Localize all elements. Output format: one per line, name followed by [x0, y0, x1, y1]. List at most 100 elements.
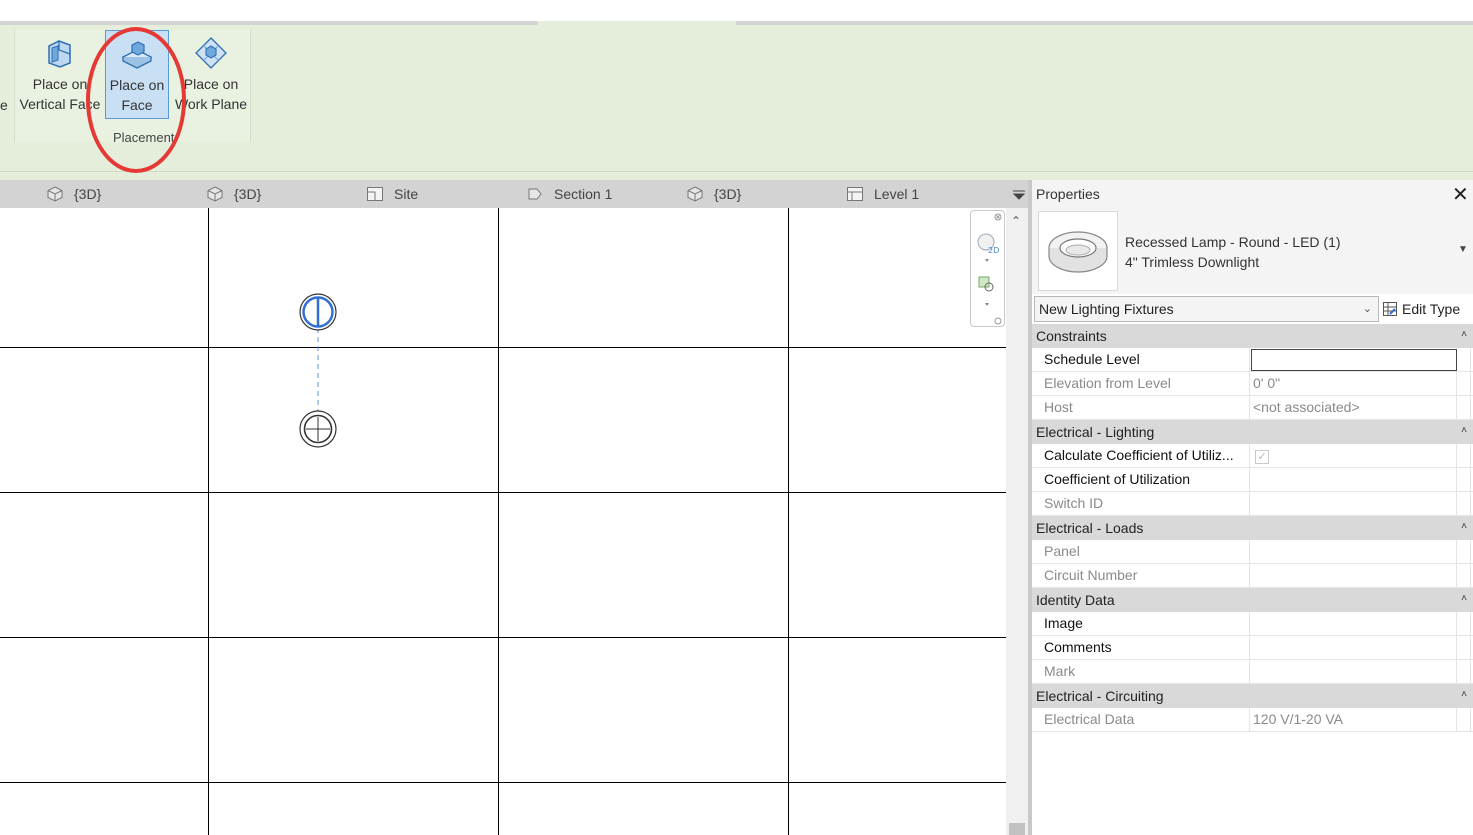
work-plane-icon [195, 37, 227, 69]
property-button-cell [1457, 660, 1471, 684]
collapse-icon[interactable]: ˄ [1461, 683, 1467, 707]
property-value [1251, 492, 1457, 516]
drawing-canvas[interactable]: 2D [0, 208, 1006, 835]
plan-view-icon [367, 186, 383, 201]
tab-section-1[interactable]: Section 1 [526, 180, 612, 208]
tab-3d-2[interactable]: {3D} [206, 180, 261, 208]
properties-palette: Properties ✕ Recessed Lamp - Round - LED… [1032, 180, 1473, 835]
type-selector[interactable]: Recessed Lamp - Round - LED (1) 4" Triml… [1032, 208, 1473, 294]
chevron-down-icon: ⌄ [1362, 303, 1372, 315]
scroll-thumb[interactable] [1009, 823, 1025, 835]
instance-filter-dropdown[interactable]: New Lighting Fixtures ⌄ [1034, 296, 1379, 322]
3d-view-icon [47, 186, 63, 202]
property-value[interactable] [1251, 349, 1457, 371]
collapse-icon[interactable]: ˄ [1461, 419, 1467, 443]
chevron-down-icon[interactable]: ▼ [1458, 244, 1468, 255]
recessed-lamp-image [1048, 231, 1108, 273]
type-name: 4" Trimless Downlight [1125, 254, 1260, 270]
property-row: Host <not associated> [1032, 396, 1473, 420]
fixture-placement-preview [299, 293, 337, 448]
button-label-line2: Face [121, 97, 153, 113]
property-value[interactable]: ✓ [1251, 444, 1457, 468]
property-name: Mark [1032, 660, 1250, 684]
property-name: Panel [1032, 540, 1250, 564]
property-button-cell [1457, 636, 1471, 660]
property-group-title: Electrical - Loads [1036, 520, 1144, 536]
property-button-cell [1457, 564, 1471, 588]
title-strip [0, 0, 1473, 22]
property-group-title: Constraints [1036, 328, 1107, 344]
checkbox[interactable]: ✓ [1255, 450, 1269, 464]
property-value[interactable] [1251, 636, 1457, 660]
property-name: Image [1032, 612, 1250, 636]
ribbon: e Place on Vertical Face Place on Face P… [0, 25, 1473, 180]
tab-level-1[interactable]: Level 1 [846, 180, 919, 208]
property-name: Host [1032, 396, 1250, 420]
property-value[interactable] [1251, 468, 1457, 492]
property-value [1251, 660, 1457, 684]
property-group-header[interactable]: Electrical - Circuiting ˄ [1032, 684, 1473, 708]
tab-label: Level 1 [874, 186, 920, 202]
tab-site[interactable]: Site [366, 180, 418, 208]
property-value [1251, 540, 1457, 564]
collapse-icon[interactable]: ˄ [1461, 587, 1467, 611]
property-group-header[interactable]: Constraints ˄ [1032, 324, 1473, 348]
property-value: 120 V/1-20 VA [1251, 708, 1457, 732]
property-row: Switch ID [1032, 492, 1473, 516]
property-row: Calculate Coefficient of Utiliz... ✓ [1032, 444, 1473, 468]
section-view-icon [528, 188, 542, 200]
property-value: <not associated> [1251, 396, 1457, 420]
property-name: Comments [1032, 636, 1250, 660]
property-name: Electrical Data [1032, 708, 1250, 732]
button-label-line1: Place on [32, 76, 88, 92]
property-group-title: Electrical - Circuiting [1036, 688, 1164, 704]
button-label-line1: Place on [183, 76, 239, 92]
tab-label: Section 1 [554, 186, 613, 202]
place-on-work-plane-button[interactable]: Place on Work Plane [171, 30, 251, 119]
property-value: 0' 0" [1251, 372, 1457, 396]
button-label-line1: Place on [109, 77, 165, 93]
grid-line [498, 208, 499, 835]
property-button-cell [1457, 540, 1471, 564]
tab-3d-3[interactable]: {3D} [686, 180, 741, 208]
property-row: Elevation from Level 0' 0" [1032, 372, 1473, 396]
tab-3d-1[interactable]: {3D} [46, 180, 101, 208]
type-family-name: Recessed Lamp - Round - LED (1) [1125, 234, 1341, 250]
property-group-header[interactable]: Electrical - Loads ˄ [1032, 516, 1473, 540]
edit-type-button[interactable]: Edit Type [1382, 298, 1460, 322]
navigation-bar: 2D [970, 210, 1005, 327]
collapse-icon[interactable]: ˄ [1461, 515, 1467, 539]
property-name: Calculate Coefficient of Utiliz... [1032, 444, 1250, 468]
property-row: Panel [1032, 540, 1473, 564]
property-button-cell [1457, 612, 1471, 636]
grid-line [0, 347, 1006, 348]
collapse-icon[interactable]: ˄ [1461, 323, 1467, 347]
place-on-face-button[interactable]: Place on Face [105, 30, 169, 119]
property-group-header[interactable]: Electrical - Lighting ˄ [1032, 420, 1473, 444]
grid-line [0, 637, 1006, 638]
vertical-scrollbar[interactable]: ⌃ [1006, 208, 1028, 835]
tab-list-dropdown[interactable] [1010, 180, 1028, 208]
filter-value: New Lighting Fixtures [1039, 301, 1174, 317]
view-tab-bar: {3D} {3D} Site Section 1 {3D} Level 1 [0, 180, 1030, 208]
property-button-cell [1457, 444, 1471, 468]
properties-grid: Constraints ˄ Schedule Level Elevation from… [1032, 324, 1473, 732]
chevron-down-icon [1012, 190, 1026, 200]
property-name: Coefficient of Utilization [1032, 468, 1250, 492]
place-on-vertical-face-button[interactable]: Place on Vertical Face [17, 30, 103, 119]
property-group-title: Identity Data [1036, 592, 1115, 608]
panel-title: Placement [113, 130, 175, 145]
3d-view-icon [687, 186, 703, 202]
close-icon[interactable]: ✕ [1452, 182, 1469, 207]
plan-view-icon [847, 186, 863, 201]
property-value[interactable] [1251, 612, 1457, 636]
scroll-up-icon[interactable]: ⌃ [1011, 214, 1021, 228]
property-row: Image [1032, 612, 1473, 636]
tab-label: {3D} [74, 186, 102, 202]
tab-label: Site [394, 186, 419, 202]
grid-line [0, 492, 1006, 493]
property-group-header[interactable]: Identity Data ˄ [1032, 588, 1473, 612]
edit-type-label: Edit Type [1402, 301, 1461, 317]
property-name: Elevation from Level [1032, 372, 1250, 396]
properties-header: Properties ✕ [1032, 180, 1473, 208]
